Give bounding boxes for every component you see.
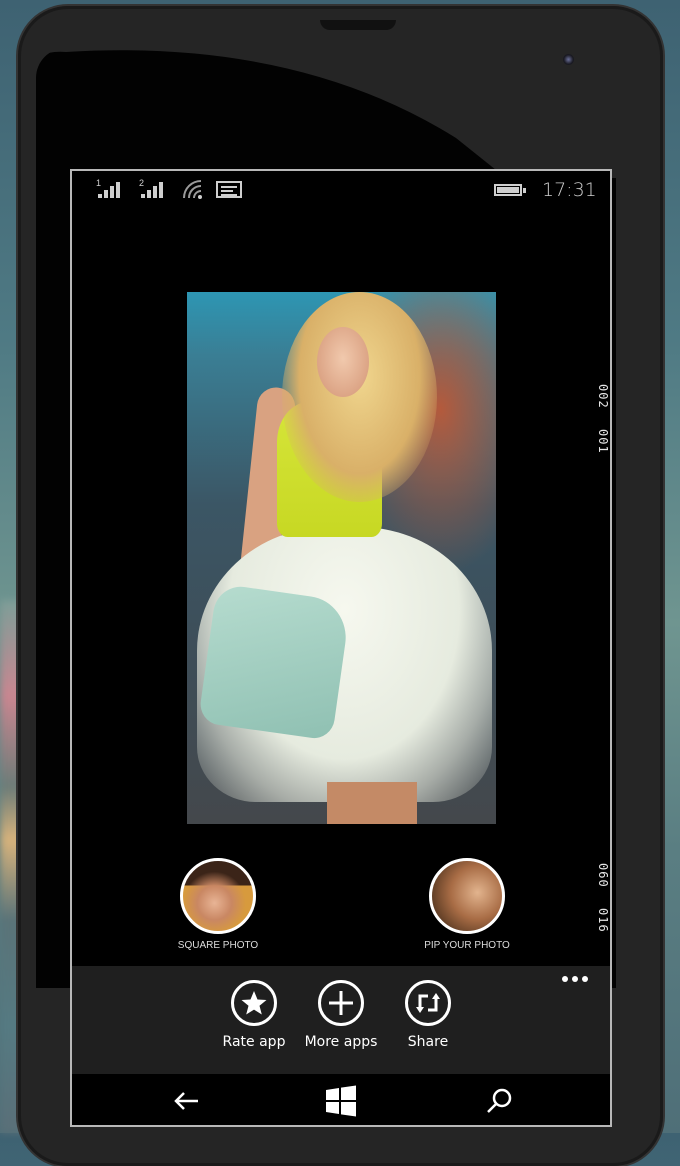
square-photo-thumbnail: [180, 858, 256, 934]
side-label: 002: [596, 384, 610, 409]
earpiece: [320, 20, 396, 30]
star-icon: [231, 980, 277, 1026]
side-label: 001: [596, 429, 610, 454]
pip-photo-button[interactable]: PIP YOUR PHOTO: [407, 858, 527, 951]
status-bar: 1 2 17:31: [72, 171, 610, 207]
app-bar: Rate app More apps Share: [72, 966, 610, 1074]
more-apps-button[interactable]: More apps: [301, 980, 381, 1050]
more-apps-label: More apps: [304, 1034, 378, 1050]
search-icon[interactable]: [482, 1084, 516, 1118]
ellipsis-icon[interactable]: [562, 976, 588, 982]
square-photo-label: SQUARE PHOTO: [177, 940, 259, 951]
share-label: Share: [407, 1034, 449, 1050]
square-photo-button[interactable]: SQUARE PHOTO: [158, 858, 278, 951]
windows-start-icon[interactable]: [324, 1084, 358, 1118]
battery-icon: [494, 184, 526, 196]
side-label: 060: [596, 863, 610, 888]
phone-screen: 1 2 17:31 002 001 060 016 SQUARE PHOTO P…: [70, 169, 612, 1127]
photo-preview[interactable]: [187, 292, 496, 824]
sim2-label: 2: [139, 178, 145, 188]
message-icon: [216, 181, 242, 198]
sim1-label: 1: [96, 178, 102, 188]
share-button[interactable]: Share: [388, 980, 468, 1050]
rate-app-button[interactable]: Rate app: [214, 980, 294, 1050]
pip-photo-thumbnail: [429, 858, 505, 934]
plus-icon: [318, 980, 364, 1026]
side-label: 016: [596, 908, 610, 933]
back-arrow-icon[interactable]: [170, 1084, 204, 1118]
share-icon: [405, 980, 451, 1026]
clock: 17:31: [542, 179, 597, 201]
nav-bar: [72, 1074, 610, 1125]
wifi-icon: [183, 180, 202, 199]
front-camera: [563, 54, 574, 65]
signal-sim1-icon: 1: [96, 178, 120, 198]
rate-app-label: Rate app: [222, 1034, 286, 1050]
pip-photo-label: PIP YOUR PHOTO: [424, 940, 510, 951]
signal-sim2-icon: 2: [139, 178, 163, 198]
